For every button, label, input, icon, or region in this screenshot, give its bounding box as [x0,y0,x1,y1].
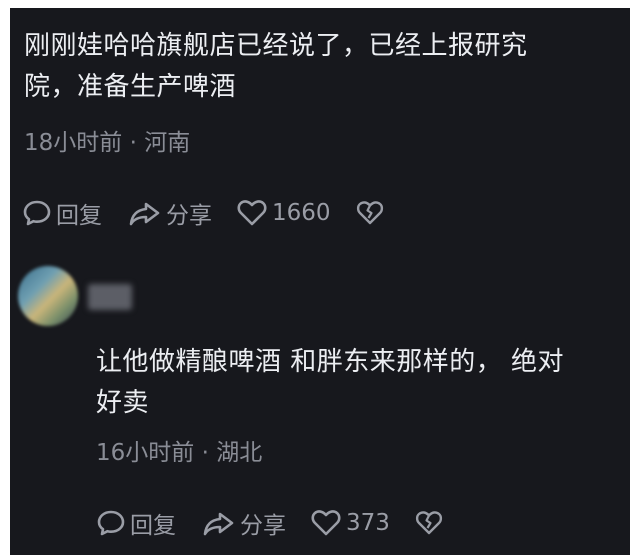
share-label: 分享 [166,203,212,229]
share-button[interactable]: 分享 [128,196,212,230]
reply-label: 回复 [56,203,102,229]
heart-icon [237,200,267,226]
comment-text-line: 让他做精酿啤酒 和胖东来那样的， 绝对 [96,347,565,377]
share-label: 分享 [240,513,286,539]
comment-thread: 刚刚娃哈哈旗舰店已经说了，已经上报研究 院，准备生产啤酒 18小时前 · 河南 … [10,8,630,555]
comment-meta: 16小时前 · 湖北 [96,440,263,466]
reply-label: 回复 [130,513,176,539]
share-arrow-icon [203,512,234,536]
comment-text-line: 刚刚娃哈哈旗舰店已经说了，已经上报研究 [24,31,528,61]
share-arrow-icon [129,202,160,226]
reply-button[interactable]: 回复 [96,506,176,540]
dislike-button[interactable] [414,509,444,537]
comment-actions: 回复 分享 373 [96,506,444,540]
heart-icon [311,510,341,536]
username-blurred[interactable] [88,284,132,310]
like-count: 1660 [272,200,331,226]
comment-text-line: 好卖 [96,388,150,418]
like-count: 373 [346,510,390,536]
comment-text-line: 院，准备生产啤酒 [24,72,237,102]
avatar[interactable] [18,266,78,326]
reply-button[interactable]: 回复 [22,196,102,230]
comment-actions: 回复 分享 1660 [22,196,385,230]
comment-text: 刚刚娃哈哈旗舰店已经说了，已经上报研究 院，准备生产啤酒 [24,26,528,108]
comment-bubble-icon [97,510,125,536]
like-button[interactable]: 373 [310,508,390,538]
broken-heart-icon [415,511,442,535]
comment-text: 让他做精酿啤酒 和胖东来那样的， 绝对 好卖 [96,342,564,424]
like-button[interactable]: 1660 [236,198,331,228]
comment-meta: 18小时前 · 河南 [24,130,191,156]
comment-bubble-icon [23,200,51,226]
dislike-button[interactable] [355,199,385,227]
share-button[interactable]: 分享 [202,506,286,540]
broken-heart-icon [356,201,383,225]
